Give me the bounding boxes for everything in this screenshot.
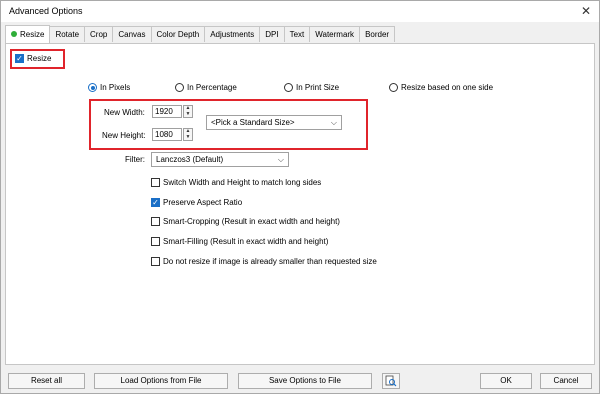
- option-preserve-aspect[interactable]: ✓ Preserve Aspect Ratio: [151, 198, 242, 207]
- spin-down-icon[interactable]: ▼: [184, 134, 192, 141]
- option-smart-cropping[interactable]: Smart-Cropping (Result in exact width an…: [151, 217, 340, 226]
- checkbox-icon: [151, 237, 160, 246]
- height-spinner[interactable]: ▲ ▼: [183, 128, 193, 141]
- checkbox-icon: [151, 178, 160, 187]
- height-input[interactable]: 1080: [152, 128, 182, 141]
- radio-selected-icon: [88, 83, 97, 92]
- option-switch-sides[interactable]: Switch Width and Height to match long si…: [151, 178, 321, 187]
- radio-in-percentage[interactable]: In Percentage: [175, 83, 237, 92]
- checkmark-icon: ✓: [151, 197, 160, 207]
- cancel-button[interactable]: Cancel: [540, 373, 592, 389]
- standard-size-dropdown[interactable]: <Pick a Standard Size> ⌵: [206, 115, 342, 130]
- advanced-options-window: Advanced Options ✕ Resize Rotate Crop Ca…: [0, 0, 600, 394]
- resize-panel: ✓ Resize In Pixels In Percentage In Prin…: [5, 43, 595, 365]
- checkbox-icon: [151, 217, 160, 226]
- load-options-button[interactable]: Load Options from File: [94, 373, 228, 389]
- radio-label: In Print Size: [296, 83, 340, 92]
- filter-label: Filter:: [125, 155, 145, 164]
- tab-border[interactable]: Border: [359, 26, 396, 42]
- filter-value: Lanczos3 (Default): [156, 155, 224, 164]
- tab-canvas[interactable]: Canvas: [112, 26, 152, 42]
- tab-dpi[interactable]: DPI: [259, 26, 285, 42]
- tab-watermark[interactable]: Watermark: [309, 26, 361, 42]
- option-no-upscale[interactable]: Do not resize if image is already smalle…: [151, 257, 377, 266]
- reset-all-button[interactable]: Reset all: [8, 373, 85, 389]
- tab-bar: Resize Rotate Crop Canvas Color Depth Ad…: [5, 25, 396, 43]
- option-label: Smart-Filling (Result in exact width and…: [163, 237, 329, 246]
- tab-resize[interactable]: Resize: [5, 25, 51, 43]
- checkmark-icon: ✓: [15, 53, 24, 63]
- resize-enable-label: Resize: [27, 54, 52, 63]
- chevron-down-icon: ⌵: [277, 155, 284, 164]
- option-label: Smart-Cropping (Result in exact width an…: [163, 217, 340, 226]
- radio-in-pixels[interactable]: In Pixels: [88, 83, 130, 92]
- tab-label: Resize: [20, 30, 45, 39]
- tab-text[interactable]: Text: [283, 26, 311, 42]
- tab-crop[interactable]: Crop: [84, 26, 114, 42]
- title-bar: Advanced Options ✕: [1, 1, 599, 22]
- tab-color-depth[interactable]: Color Depth: [150, 26, 206, 42]
- standard-size-value: <Pick a Standard Size>: [211, 118, 295, 127]
- option-label: Preserve Aspect Ratio: [163, 198, 243, 207]
- radio-label: In Pixels: [100, 83, 131, 92]
- resize-enable-checkbox[interactable]: ✓ Resize: [15, 54, 51, 63]
- tab-rotate[interactable]: Rotate: [49, 26, 86, 42]
- spin-down-icon[interactable]: ▼: [184, 111, 192, 118]
- radio-one-side[interactable]: Resize based on one side: [389, 83, 493, 92]
- save-options-button[interactable]: Save Options to File: [238, 373, 372, 389]
- option-smart-filling[interactable]: Smart-Filling (Result in exact width and…: [151, 237, 328, 246]
- preview-button[interactable]: [382, 373, 400, 389]
- width-input[interactable]: 1920: [152, 105, 182, 118]
- width-label: New Width:: [104, 108, 145, 117]
- radio-in-print-size[interactable]: In Print Size: [284, 83, 339, 92]
- ok-button[interactable]: OK: [480, 373, 532, 389]
- radio-icon: [284, 83, 293, 92]
- option-label: Do not resize if image is already smalle…: [163, 257, 377, 266]
- magnifier-page-icon: [385, 375, 397, 387]
- checkbox-icon: [151, 257, 160, 266]
- active-dot-icon: [11, 30, 17, 37]
- height-label: New Height:: [102, 131, 146, 140]
- close-icon[interactable]: ✕: [577, 3, 595, 19]
- option-label: Switch Width and Height to match long si…: [163, 178, 322, 187]
- window-title: Advanced Options: [9, 6, 83, 16]
- filter-dropdown[interactable]: Lanczos3 (Default) ⌵: [151, 152, 289, 167]
- radio-label: In Percentage: [187, 83, 237, 92]
- radio-label: Resize based on one side: [401, 83, 494, 92]
- width-spinner[interactable]: ▲ ▼: [183, 105, 193, 118]
- tab-adjustments[interactable]: Adjustments: [204, 26, 261, 42]
- radio-icon: [389, 83, 398, 92]
- chevron-down-icon: ⌵: [330, 118, 337, 127]
- radio-icon: [175, 83, 184, 92]
